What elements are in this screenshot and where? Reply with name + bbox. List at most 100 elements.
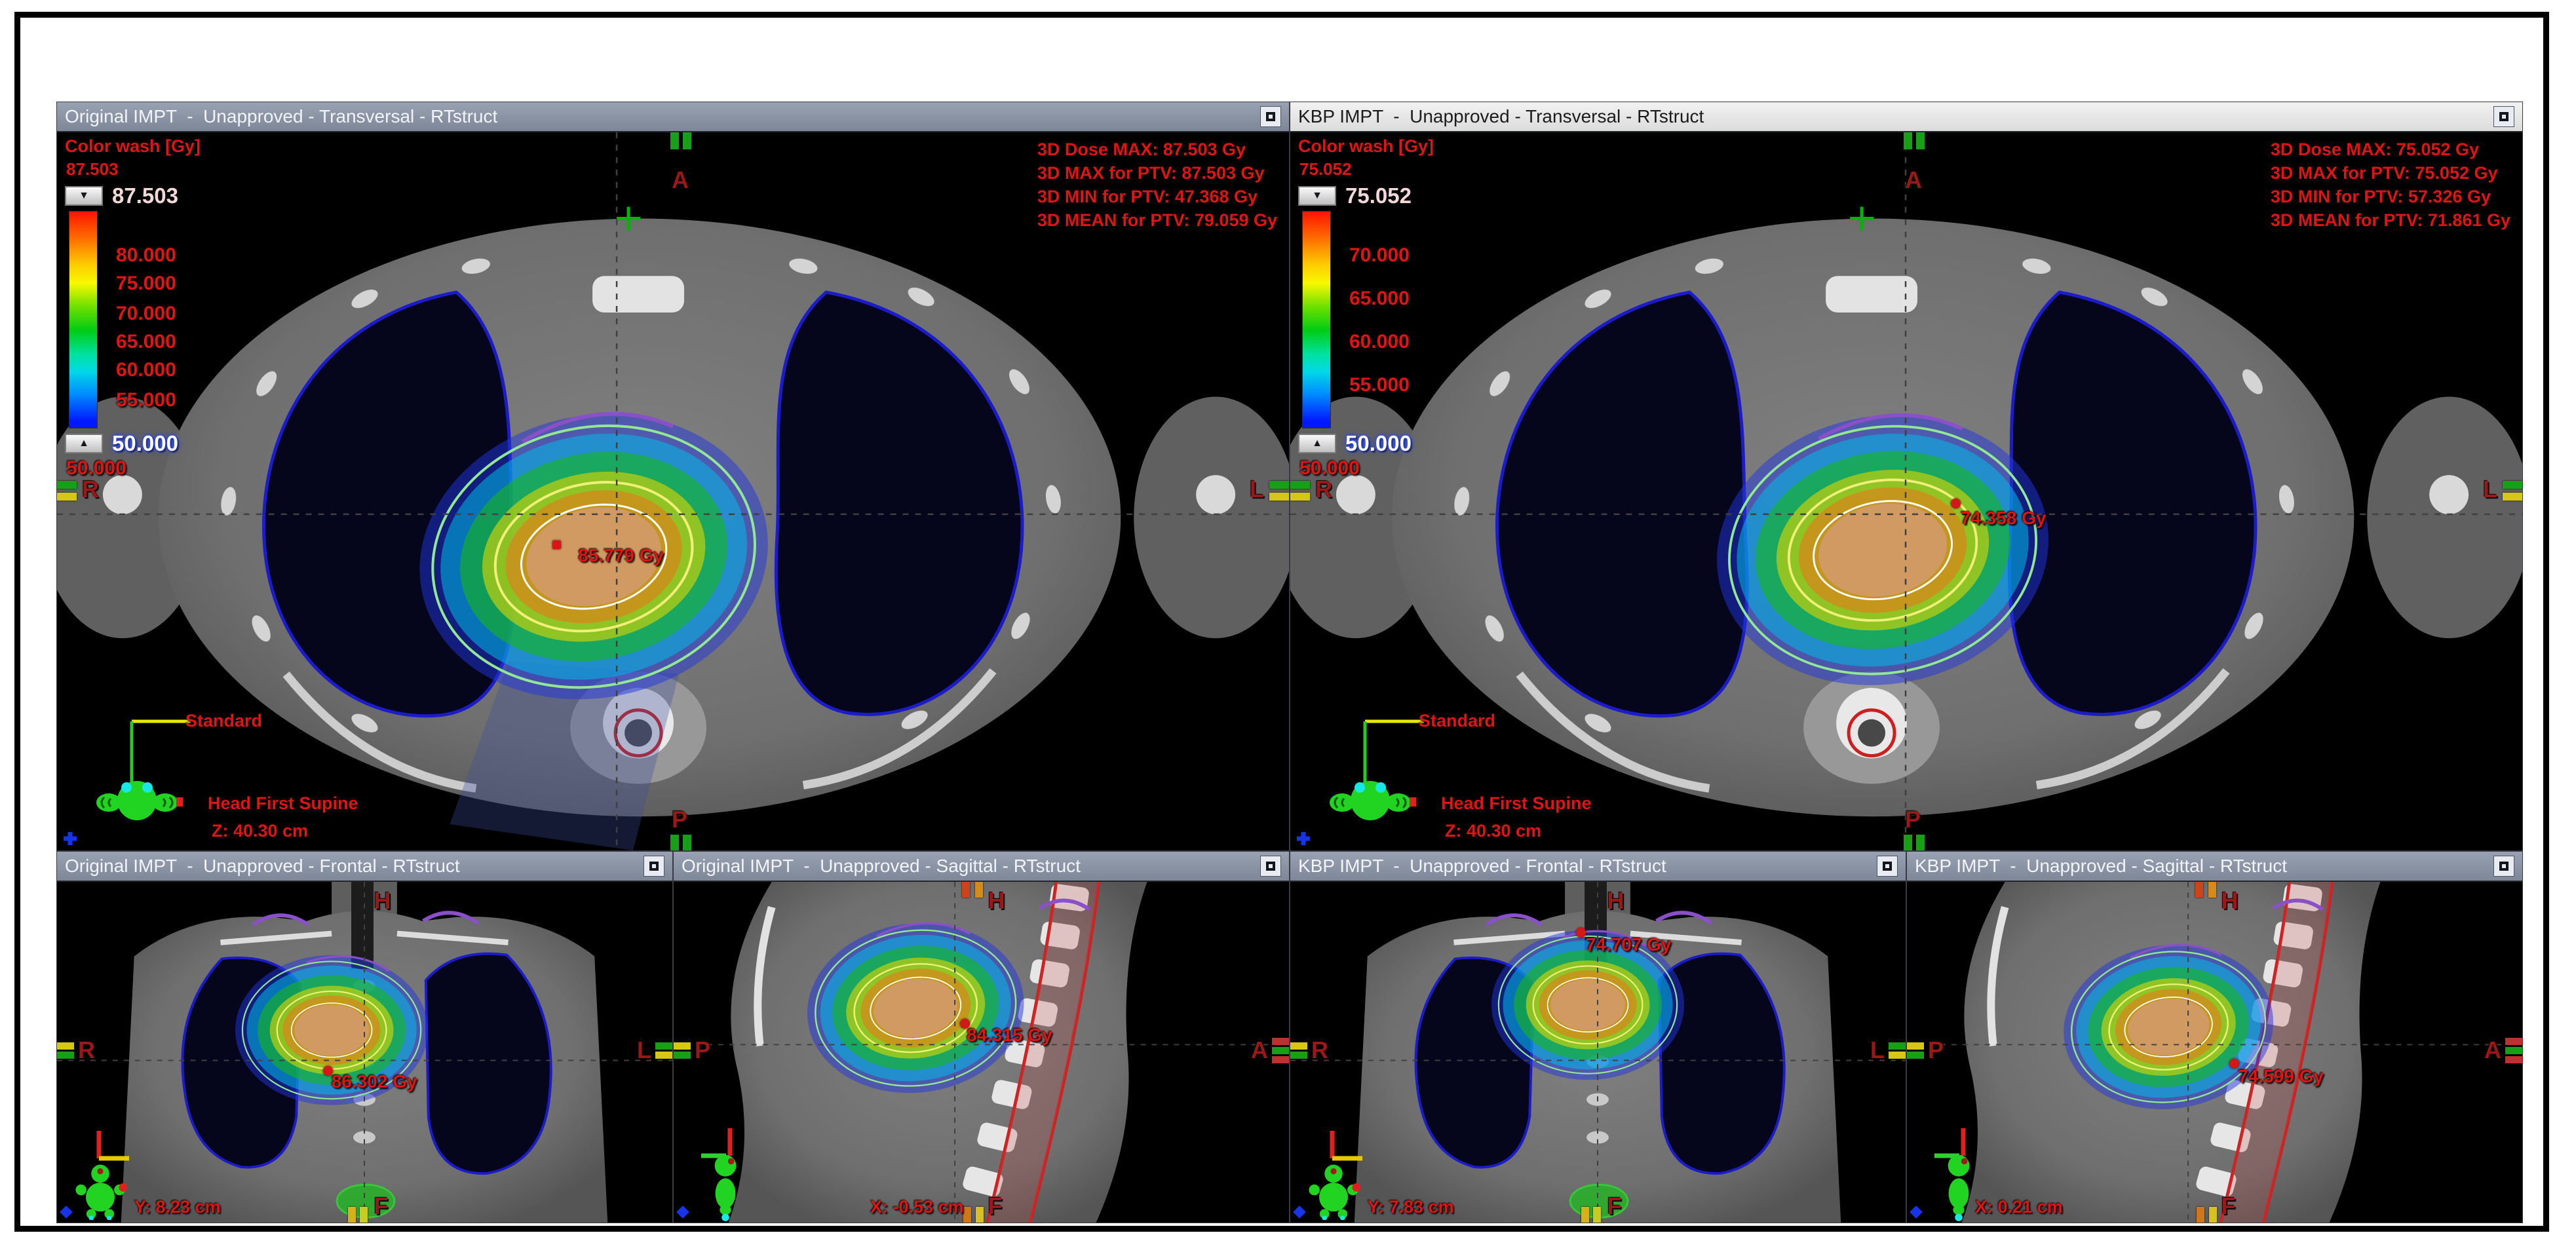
slice-marker-right: [655, 1052, 672, 1059]
colorwash-lower-value: 50.000: [112, 431, 178, 456]
titlebar-original-transversal[interactable]: Original IMPT - Unapproved - Transversal…: [57, 102, 1289, 132]
orientation-label-feet: F: [1607, 1192, 1622, 1220]
panel-title: KBP IMPT - Unapproved - Frontal - RTstru…: [1298, 856, 1666, 877]
dose-point-label: 84.315 Gy: [967, 1025, 1052, 1046]
slice-marker-left: [57, 481, 77, 489]
ct-scene-transversal[interactable]: [57, 132, 1289, 850]
orientation-label-posterior: P: [695, 1036, 710, 1064]
colorwash-max-value: 87.503: [66, 159, 201, 180]
colorwash-tick: 75.000: [116, 273, 176, 295]
patient-orientation-icon: [91, 770, 183, 832]
slice-marker-right: [1272, 1038, 1289, 1045]
colorwash-gradient-bar[interactable]: [69, 211, 98, 428]
maximize-icon: [649, 862, 659, 871]
ct-scene-frontal[interactable]: [1290, 882, 1906, 1223]
orientation-label-posterior: P: [1905, 806, 1921, 833]
titlebar-original-sagittal[interactable]: Original IMPT - Unapproved - Sagittal - …: [674, 852, 1289, 882]
orientation-label-right: R: [78, 1036, 95, 1064]
colorwash-tick: 80.000: [116, 244, 176, 267]
maximize-button[interactable]: [1260, 856, 1281, 877]
stat-ptv-max: 3D MAX for PTV: 75.052 Gy: [2271, 161, 2510, 185]
slice-marker-right: [655, 1042, 672, 1050]
dose-point-marker: [1576, 928, 1586, 938]
slice-marker-bottom: [683, 835, 691, 850]
viewport-kbp-transversal[interactable]: Color wash [Gy] 75.052 ▼ 75.052 70.000 6…: [1290, 132, 2522, 850]
viewport-original-transversal[interactable]: Color wash [Gy] 87.503 ▼ 87.503 80.000 7…: [57, 132, 1289, 850]
titlebar-kbp-transversal[interactable]: KBP IMPT - Unapproved - Transversal - RT…: [1290, 102, 2522, 132]
viewport-kbp-frontal[interactable]: H F R L 74.707 Gy Y: 7.83 cm: [1290, 882, 1906, 1223]
colorwash-upper-value: 87.503: [112, 183, 178, 208]
stat-ptv-mean: 3D MEAN for PTV: 71.861 Gy: [2271, 208, 2510, 232]
dose-statistics: 3D Dose MAX: 75.052 Gy 3D MAX for PTV: 7…: [2271, 138, 2510, 232]
orientation-label-head: H: [2221, 887, 2239, 915]
colorwash-max-value: 75.052: [1299, 159, 1434, 180]
slice-marker-bottom: [670, 835, 679, 850]
titlebar-original-frontal[interactable]: Original IMPT - Unapproved - Frontal - R…: [57, 852, 672, 882]
orientation-label-left: L: [637, 1036, 651, 1064]
slice-marker-right: [2505, 1047, 2522, 1054]
viewport-kbp-sagittal[interactable]: H F P A 74.599 Gy X: 0.21 cm: [1907, 882, 2522, 1223]
patient-orientation-icon: [71, 1162, 129, 1220]
colorwash-upper-handle[interactable]: ▼: [1298, 186, 1336, 206]
dose-point-label: 74.707 Gy: [1586, 934, 1672, 955]
maximize-button[interactable]: [1877, 856, 1898, 877]
axis-indicator-icon: [1319, 1128, 1368, 1165]
panel-kbp-frontal: KBP IMPT - Unapproved - Frontal - RTstru…: [1290, 851, 1906, 1223]
orientation-label-left: L: [1870, 1036, 1885, 1064]
colorwash-tick: 60.000: [1349, 331, 1410, 353]
orientation-label-right: R: [1311, 1036, 1328, 1064]
colorwash-lower-handle[interactable]: ▲: [1298, 434, 1336, 453]
titlebar-kbp-frontal[interactable]: KBP IMPT - Unapproved - Frontal - RTstru…: [1290, 852, 1906, 882]
colorwash-upper-handle[interactable]: ▼: [65, 186, 103, 206]
ct-scene-frontal[interactable]: [57, 882, 672, 1223]
orientation-label-right: R: [1315, 476, 1332, 503]
maximize-icon: [1266, 862, 1275, 871]
slice-marker-bottom: [2209, 1207, 2217, 1223]
maximize-button[interactable]: [1260, 106, 1281, 127]
maximize-button[interactable]: [2493, 106, 2514, 127]
slice-marker-right: [1889, 1052, 1906, 1059]
viewport-original-frontal[interactable]: H F R L 86.302 Gy Y: 8.23 cm: [57, 882, 672, 1223]
maximize-button[interactable]: [2493, 856, 2514, 877]
slice-marker-top: [2208, 882, 2216, 898]
orientation-label-posterior: P: [1928, 1036, 1944, 1064]
stat-ptv-max: 3D MAX for PTV: 87.503 Gy: [1037, 161, 1277, 185]
patient-orientation-icon: [705, 1152, 746, 1221]
slice-marker-right: [2503, 493, 2522, 501]
panel-title: Original IMPT - Unapproved - Sagittal - …: [682, 856, 1081, 877]
poi-marker-icon: [1910, 1206, 1923, 1219]
slice-marker-top: [683, 132, 691, 149]
slice-marker-left: [1290, 1052, 1307, 1059]
slice-marker-top: [670, 132, 679, 149]
slice-marker-left: [1290, 481, 1310, 489]
titlebar-kbp-sagittal[interactable]: KBP IMPT - Unapproved - Sagittal - RTstr…: [1907, 852, 2522, 882]
stat-dose-max: 3D Dose MAX: 87.503 Gy: [1037, 138, 1277, 161]
slice-marker-right: [1272, 1056, 1289, 1063]
slice-marker-top: [975, 882, 983, 898]
colorwash-tick: 70.000: [116, 303, 176, 325]
orientation-label-head: H: [1607, 887, 1624, 915]
slice-marker-left: [674, 1052, 691, 1059]
maximize-button[interactable]: [644, 856, 664, 877]
ct-scene-sagittal[interactable]: [1907, 882, 2522, 1223]
poi-marker-icon: [60, 1206, 73, 1219]
colorwash-tick: 55.000: [1349, 374, 1410, 396]
slice-marker-bottom: [1904, 835, 1912, 850]
slice-marker-top: [962, 882, 970, 898]
slice-coordinate-label: Z: 40.30 cm: [1445, 821, 1541, 841]
orientation-label-feet: F: [2221, 1192, 2236, 1220]
localization-point-label: Standard: [185, 711, 262, 731]
viewport-original-sagittal[interactable]: H F P A 84.315 Gy X: -0.53 cm: [674, 882, 1289, 1223]
colorwash-tick: 55.000: [116, 389, 176, 411]
colorwash-legend: Color wash [Gy] 75.052 ▼ 75.052 70.000 6…: [1298, 136, 1434, 480]
ct-scene-sagittal[interactable]: [674, 882, 1289, 1223]
ct-scene-transversal[interactable]: [1290, 132, 2522, 850]
slice-marker-right: [2505, 1038, 2522, 1045]
colorwash-gradient-bar[interactable]: [1302, 211, 1331, 428]
stat-dose-max: 3D Dose MAX: 75.052 Gy: [2271, 138, 2510, 161]
colorwash-lower-handle[interactable]: ▲: [65, 434, 103, 453]
slice-marker-bottom: [1593, 1207, 1601, 1223]
slice-marker-left: [1290, 493, 1310, 501]
panel-original-transversal: Original IMPT - Unapproved - Transversal…: [56, 102, 1290, 851]
orientation-label-left: L: [1250, 476, 1264, 503]
